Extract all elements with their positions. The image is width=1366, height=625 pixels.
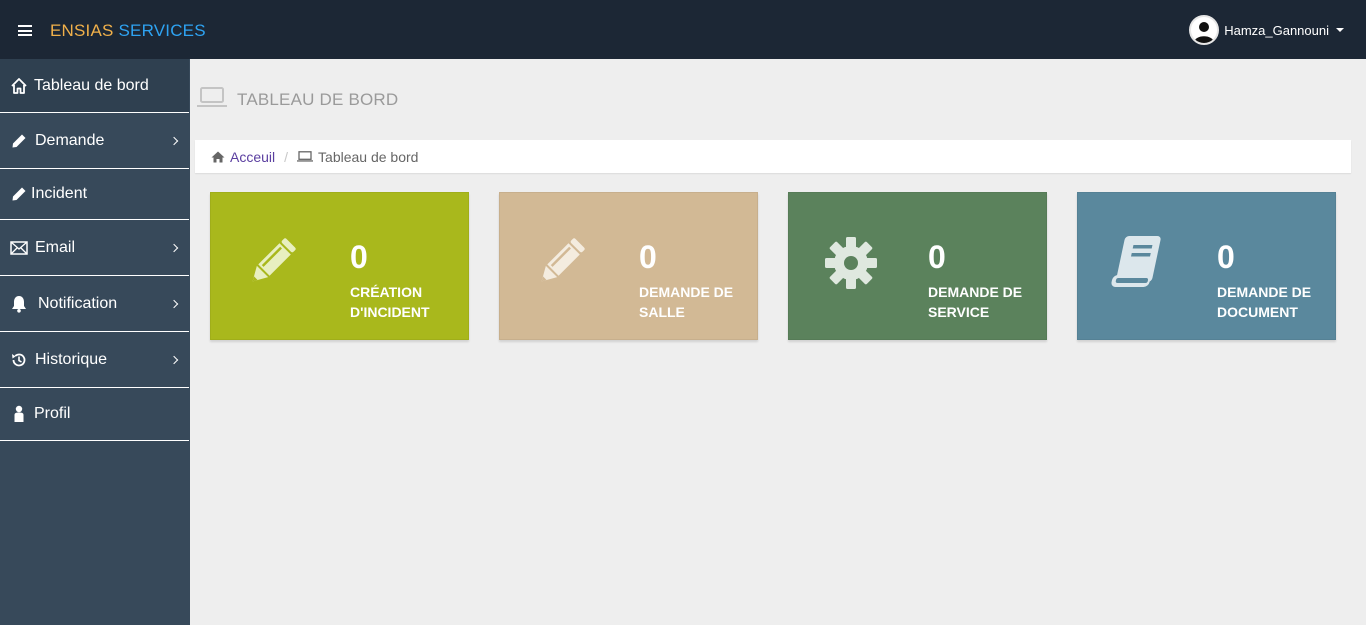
card-label: DEMANDE DE DOCUMENT — [1217, 284, 1312, 320]
sidebar-item-notification[interactable]: Notification — [0, 276, 189, 332]
gear-icon — [819, 233, 879, 293]
card-label: DEMANDE DE SALLE — [639, 284, 734, 320]
bell-icon — [9, 295, 29, 313]
pencil-icon — [9, 186, 29, 202]
brand-name-part1: ENSIAS — [50, 21, 114, 40]
sidebar-item-incident[interactable]: Incident — [0, 169, 189, 220]
username: Hamza_Gannouni — [1224, 22, 1329, 38]
card-demande-salle[interactable]: 0 DEMANDE DE SALLE — [499, 192, 758, 340]
card-label: CRÉATION D'INCIDENT — [350, 284, 430, 320]
pencil-icon — [530, 233, 590, 293]
sidebar-item-label: Incident — [31, 185, 88, 202]
sidebar-item-label: Historique — [35, 350, 108, 368]
user-menu[interactable]: Hamza_Gannouni — [1189, 15, 1344, 45]
card-count: 0 — [350, 239, 368, 275]
breadcrumb-current-label: Tableau de bord — [318, 148, 419, 165]
page-header: TABLEAU DE BORD — [197, 86, 398, 113]
breadcrumb-current: Tableau de bord — [297, 149, 418, 165]
sidebar-item-profil[interactable]: Profil — [0, 388, 189, 441]
chevron-down-icon — [1336, 28, 1344, 32]
breadcrumb: Acceuil / Tableau de bord — [195, 140, 1351, 173]
brand-logo[interactable]: ENSIAS SERVICES — [50, 21, 206, 41]
hamburger-menu-icon[interactable] — [18, 25, 32, 36]
sidebar-item-label: Tableau de bord — [34, 76, 149, 94]
laptop-icon — [197, 86, 227, 113]
sidebar: Tableau de bord Demande Incident Email N… — [0, 59, 190, 625]
sidebar-item-label: Profil — [34, 405, 71, 422]
book-icon — [1108, 233, 1168, 293]
chevron-right-icon — [169, 299, 179, 308]
chevron-right-icon — [169, 243, 179, 252]
page-title: TABLEAU DE BORD — [237, 89, 399, 109]
card-count: 0 — [639, 239, 657, 275]
pencil-icon — [9, 133, 29, 149]
user-icon — [9, 405, 29, 423]
avatar — [1189, 15, 1220, 45]
envelope-icon — [9, 240, 29, 255]
chevron-right-icon — [169, 136, 179, 145]
sidebar-item-tableau-de-bord[interactable]: Tableau de bord — [0, 59, 189, 113]
card-count: 0 — [928, 239, 946, 275]
card-demande-service[interactable]: 0 DEMANDE DE SERVICE — [788, 192, 1047, 340]
home-icon — [9, 77, 29, 95]
card-label: DEMANDE DE SERVICE — [928, 284, 1023, 320]
laptop-icon — [297, 151, 314, 162]
sidebar-item-label: Notification — [38, 294, 118, 312]
brand-name-part2: SERVICES — [118, 21, 206, 40]
history-icon — [9, 351, 29, 369]
sidebar-item-label: Email — [35, 238, 76, 256]
home-icon — [211, 151, 225, 162]
sidebar-item-demande[interactable]: Demande — [0, 113, 189, 169]
card-demande-document[interactable]: 0 DEMANDE DE DOCUMENT — [1077, 192, 1336, 340]
breadcrumb-home-label: Acceuil — [230, 148, 276, 165]
sidebar-item-email[interactable]: Email — [0, 220, 189, 276]
pencil-icon — [241, 233, 301, 293]
sidebar-item-historique[interactable]: Historique — [0, 332, 189, 388]
breadcrumb-home-link[interactable]: Acceuil — [211, 149, 275, 165]
chevron-right-icon — [169, 355, 179, 364]
card-count: 0 — [1217, 239, 1235, 275]
breadcrumb-separator: / — [284, 148, 289, 165]
top-navbar: ENSIAS SERVICES Hamza_Gannouni — [0, 0, 1366, 59]
card-creation-incident[interactable]: 0 CRÉATION D'INCIDENT — [210, 192, 469, 340]
sidebar-item-label: Demande — [35, 131, 105, 149]
user-avatar-icon — [1194, 22, 1215, 43]
